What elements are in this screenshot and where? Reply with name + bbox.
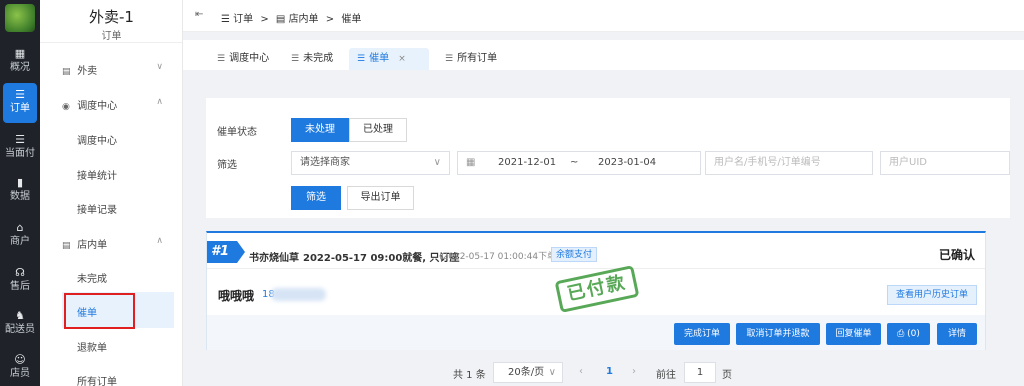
rail-item-orders[interactable]: ☰ 订单 (3, 83, 37, 123)
menu-item-unfinished[interactable]: 未完成 (77, 270, 107, 285)
page-number-current[interactable]: 1 (606, 366, 613, 377)
headset-icon: ☊ (15, 266, 25, 279)
user-icon: ☺ (14, 353, 26, 366)
rail-item-facepay[interactable]: ☰ 当面付 (0, 128, 40, 168)
status-unprocessed-button[interactable]: 未处理 (291, 118, 349, 142)
collapse-menu-icon[interactable]: ⇤ (195, 9, 203, 20)
filter-panel: 催单状态 未处理 已处理 筛选 请选择商家 ∨ ▦ 2021-12-01 ~ 2… (206, 98, 1010, 218)
filter-button[interactable]: 筛选 (291, 186, 341, 210)
chevron-down-icon: ∨ (433, 157, 441, 168)
print-button[interactable]: ⎙ (0) (887, 323, 930, 345)
status-label: 催单状态 (217, 127, 257, 138)
tab-dispatch-center[interactable]: ☰ 调度中心 (209, 48, 277, 70)
rail-item-staff[interactable]: ☺ 店员 (0, 348, 40, 386)
view-history-button[interactable]: 查看用户历史订单 (887, 285, 977, 305)
chevron-up-icon: ∧ (156, 236, 163, 246)
list-icon: ☰ (445, 54, 454, 64)
phone-redaction (271, 288, 326, 301)
chevron-down-icon: ∨ (548, 367, 556, 378)
menu-item-order-stats[interactable]: 接单统计 (77, 167, 117, 182)
filter-label: 筛选 (217, 160, 237, 171)
list-icon: ☰ (217, 54, 226, 64)
tab-reminders[interactable]: ☰ 催单 × (349, 48, 429, 70)
grid-icon: ▦ (14, 47, 26, 60)
top-bar: ⇤ ☰ 订单 > ▤ 店内单 > 催单 (183, 0, 1024, 32)
close-icon[interactable]: × (398, 54, 406, 64)
goto-label: 前往 (656, 370, 676, 381)
list-icon: ☰ (221, 14, 234, 25)
shop-icon: ⌂ (16, 221, 24, 234)
customer-name: 哦哦哦 (218, 289, 255, 303)
export-orders-button[interactable]: 导出订单 (347, 186, 414, 210)
order-card: #1 书亦烧仙草 2022-05-17 09:00就餐, 只订座 (2022-0… (206, 231, 986, 350)
order-number-badge: #1 (207, 241, 245, 263)
order-actions: 完成订单 取消订单并退款 回复催单 ⎙ (0) 详情 (207, 315, 985, 350)
menu-item-all-orders[interactable]: 所有订单 (77, 373, 117, 386)
store-avatar[interactable] (5, 4, 35, 32)
page-size-select[interactable]: 20条/页 ∨ (493, 362, 563, 383)
list-icon: ☰ (291, 54, 300, 64)
menu-group-dispatch[interactable]: ◉ 调度中心 ∧ (62, 97, 177, 112)
list-icon: ☰ (15, 88, 25, 101)
merchant-select[interactable]: 请选择商家 ∨ (291, 151, 450, 175)
rail-item-aftersale[interactable]: ☊ 售后 (0, 261, 40, 301)
divider (40, 42, 183, 43)
list-icon: ☰ (357, 54, 366, 64)
menu-item-dispatch-center[interactable]: 调度中心 (77, 132, 117, 147)
rail-item-courier[interactable]: ♞ 配送员 (0, 304, 40, 344)
details-button[interactable]: 详情 (937, 323, 977, 345)
goto-page-input[interactable]: 1 (684, 362, 716, 383)
reply-reminder-button[interactable]: 回复催单 (826, 323, 881, 345)
chevron-down-icon: ∨ (156, 62, 163, 72)
prev-page-button[interactable]: ‹ (579, 366, 583, 377)
location-icon: ◉ (62, 102, 70, 112)
tab-all-orders[interactable]: ☰ 所有订单 (437, 48, 505, 70)
status-processed-button[interactable]: 已处理 (349, 118, 407, 142)
rail-item-data[interactable]: ▮ 数据 (0, 171, 40, 211)
bar-chart-icon: ▮ (16, 176, 24, 189)
tab-bar: ☰ 调度中心 ☰ 未完成 ☰ 催单 × ☰ 所有订单 (183, 40, 1024, 70)
document-icon: ▤ (275, 14, 289, 25)
pagination-total: 共 1 条 (453, 370, 486, 381)
rail-item-merchant[interactable]: ⌂ 商户 (0, 216, 40, 256)
menu-item-order-records[interactable]: 接单记录 (77, 201, 117, 216)
order-status: 已确认 (938, 248, 975, 262)
date-range-picker[interactable]: ▦ 2021-12-01 ~ 2023-01-04 (457, 151, 701, 175)
section-subtitle: 订单 (101, 31, 122, 42)
breadcrumb: ☰ 订单 > ▤ 店内单 > 催单 (221, 14, 362, 25)
user-search-input[interactable]: 用户名/手机号/订单编号 (705, 151, 873, 175)
cancel-refund-button[interactable]: 取消订单并退款 (736, 323, 820, 345)
goto-suffix: 页 (722, 370, 732, 381)
order-card-header: #1 书亦烧仙草 2022-05-17 09:00就餐, 只订座 (2022-0… (207, 233, 985, 269)
store-title: 外卖-1 (89, 8, 134, 26)
shop-name: 书亦烧仙草 (249, 253, 299, 264)
list-icon: ☰ (15, 133, 25, 146)
payment-method-tag: 余额支付 (551, 247, 598, 262)
scooter-icon: ♞ (15, 309, 25, 322)
highlight-box (64, 293, 135, 329)
order-placed-time: (2022-05-17 01:00:44下单) (439, 252, 560, 262)
menu-group-takeout[interactable]: ▤ 外卖 ∨ (62, 62, 177, 77)
next-page-button[interactable]: › (632, 366, 636, 377)
chevron-up-icon: ∧ (156, 97, 163, 107)
menu-item-refunds[interactable]: 退款单 (77, 339, 107, 354)
menu-group-instore[interactable]: ▤ 店内单 ∧ (62, 236, 177, 251)
paid-stamp: 已付款 (554, 265, 640, 313)
uid-search-input[interactable]: 用户UID (880, 151, 1010, 175)
main-rail: ▦ 概况 ☰ 订单 ☰ 当面付 ▮ 数据 ⌂ 商户 ☊ 售后 ♞ 配送员 ☺ 店… (0, 0, 40, 386)
rail-item-overview[interactable]: ▦ 概况 (0, 42, 40, 82)
document-icon: ▤ (62, 67, 71, 77)
tab-unfinished[interactable]: ☰ 未完成 (283, 48, 341, 70)
calendar-icon: ▦ (466, 157, 476, 168)
complete-order-button[interactable]: 完成订单 (674, 323, 730, 345)
document-icon: ▤ (62, 241, 71, 251)
order-time: 2022-05-17 09:00就餐, 只订座 (303, 253, 460, 264)
